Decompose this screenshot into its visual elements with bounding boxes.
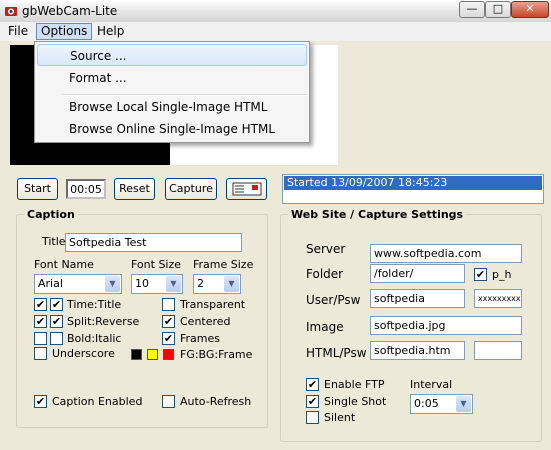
menu-bar: File Options Help — [0, 22, 551, 41]
minimize-icon: — — [466, 2, 478, 15]
frame-size-label: Frame Size — [193, 258, 254, 271]
split-checkbox[interactable]: ✔ — [34, 315, 47, 328]
caption-title-input[interactable]: Softpedia Test — [65, 233, 242, 252]
font-name-label: Font Name — [34, 258, 94, 271]
image-label: Image — [306, 320, 344, 334]
menu-file[interactable]: File — [4, 23, 32, 40]
font-name-value: Arial — [38, 277, 63, 290]
timer-display: 00:05 — [66, 179, 106, 199]
transparent-label: Transparent — [180, 298, 246, 311]
envelope-icon — [232, 182, 261, 196]
title-label: Title — [42, 235, 66, 248]
underscore-label: Underscore — [52, 347, 115, 360]
silent-label: Silent — [324, 411, 356, 424]
menu-item-source[interactable]: Source ... — [37, 44, 307, 66]
folder-input[interactable]: /folder/ — [370, 264, 465, 283]
start-button[interactable]: Start — [17, 178, 58, 200]
interval-value: 0:05 — [414, 397, 439, 410]
frames-checkbox[interactable]: ✔ — [162, 332, 175, 345]
auto-refresh-checkbox[interactable] — [162, 395, 175, 408]
email-button[interactable] — [226, 178, 267, 200]
menu-item-format[interactable]: Format ... — [37, 67, 307, 89]
font-size-label: Font Size — [131, 258, 182, 271]
minimize-button[interactable]: — — [459, 1, 485, 18]
image-filename-input[interactable]: softpedia.jpg — [370, 316, 522, 335]
close-button[interactable]: ✕ — [511, 1, 549, 18]
caption-enabled-checkbox[interactable]: ✔ — [34, 395, 47, 408]
time-checkbox[interactable]: ✔ — [34, 298, 47, 311]
folder-label: Folder — [306, 267, 344, 281]
fg-color-swatch[interactable] — [131, 349, 142, 360]
html-password-input[interactable] — [474, 341, 522, 360]
font-size-value: 10 — [135, 277, 149, 290]
capture-button[interactable]: Capture — [165, 178, 217, 200]
frame-color-swatch[interactable] — [163, 349, 174, 360]
frame-size-select[interactable]: 2 ▼ — [193, 274, 241, 294]
font-size-select[interactable]: 10 ▼ — [131, 274, 183, 294]
password-input[interactable]: xxxxxxxxx — [474, 289, 522, 308]
frames-label: Frames — [180, 332, 221, 345]
bg-color-swatch[interactable] — [147, 349, 158, 360]
colors-label: FG:BG:Frame — [180, 348, 253, 361]
enable-ftp-checkbox[interactable]: ✔ — [306, 378, 319, 391]
enable-ftp-label: Enable FTP — [324, 378, 385, 391]
centered-label: Centered — [180, 315, 231, 328]
status-log[interactable]: Started 13/09/2007 18:45:23 — [282, 174, 544, 204]
chevron-down-icon[interactable]: ▼ — [456, 396, 471, 412]
font-name-select[interactable]: Arial ▼ — [34, 274, 122, 294]
website-group-label: Web Site / Capture Settings — [288, 208, 467, 221]
p-h-label: p_h — [492, 268, 512, 281]
chevron-down-icon[interactable]: ▼ — [166, 276, 181, 292]
webcam-app-icon — [5, 7, 17, 16]
reverse-checkbox[interactable]: ✔ — [50, 315, 63, 328]
menu-item-browse-local[interactable]: Browse Local Single-Image HTML — [37, 96, 307, 118]
maximize-icon: □ — [492, 2, 504, 15]
status-log-entry[interactable]: Started 13/09/2007 18:45:23 — [284, 176, 542, 190]
bold-checkbox[interactable] — [34, 332, 47, 345]
interval-label: Interval — [410, 378, 453, 391]
chevron-down-icon[interactable]: ▼ — [224, 276, 239, 292]
html-filename-input[interactable]: softpedia.htm — [370, 341, 465, 360]
caption-group-label: Caption — [24, 208, 78, 221]
username-input[interactable]: softpedia — [370, 289, 465, 308]
frame-size-value: 2 — [197, 277, 204, 290]
transparent-checkbox[interactable] — [162, 298, 175, 311]
title-bar: gbWebCam-Lite — □ ✕ — [0, 0, 551, 23]
maximize-button[interactable]: □ — [485, 1, 511, 18]
options-dropdown-menu: Source ... Format ... Browse Local Singl… — [34, 41, 310, 143]
single-shot-checkbox[interactable]: ✔ — [306, 395, 319, 408]
server-input[interactable]: www.softpedia.com — [370, 244, 522, 263]
html-psw-label: HTML/Psw — [306, 346, 367, 360]
p-h-checkbox[interactable]: ✔ — [474, 268, 487, 281]
caption-enabled-label: Caption Enabled — [52, 395, 143, 408]
title-checkbox[interactable]: ✔ — [50, 298, 63, 311]
close-icon: ✕ — [525, 2, 535, 15]
time-title-label: Time:Title — [67, 298, 122, 311]
window-title: gbWebCam-Lite — [22, 4, 118, 18]
split-reverse-label: Split:Reverse — [67, 315, 140, 328]
single-shot-label: Single Shot — [324, 395, 387, 408]
bold-italic-label: Bold:Italic — [67, 332, 122, 345]
server-label: Server — [306, 242, 346, 256]
reset-button[interactable]: Reset — [114, 178, 155, 200]
menu-help[interactable]: Help — [93, 23, 128, 40]
silent-checkbox[interactable] — [306, 411, 319, 424]
italic-checkbox[interactable] — [50, 332, 63, 345]
user-psw-label: User/Psw — [306, 293, 361, 307]
menu-item-browse-online[interactable]: Browse Online Single-Image HTML — [37, 118, 307, 140]
chevron-down-icon[interactable]: ▼ — [105, 276, 120, 292]
centered-checkbox[interactable]: ✔ — [162, 315, 175, 328]
auto-refresh-label: Auto-Refresh — [180, 395, 252, 408]
menu-options[interactable]: Options — [36, 23, 93, 40]
underscore-checkbox[interactable] — [34, 347, 47, 360]
interval-select[interactable]: 0:05 ▼ — [410, 394, 473, 414]
